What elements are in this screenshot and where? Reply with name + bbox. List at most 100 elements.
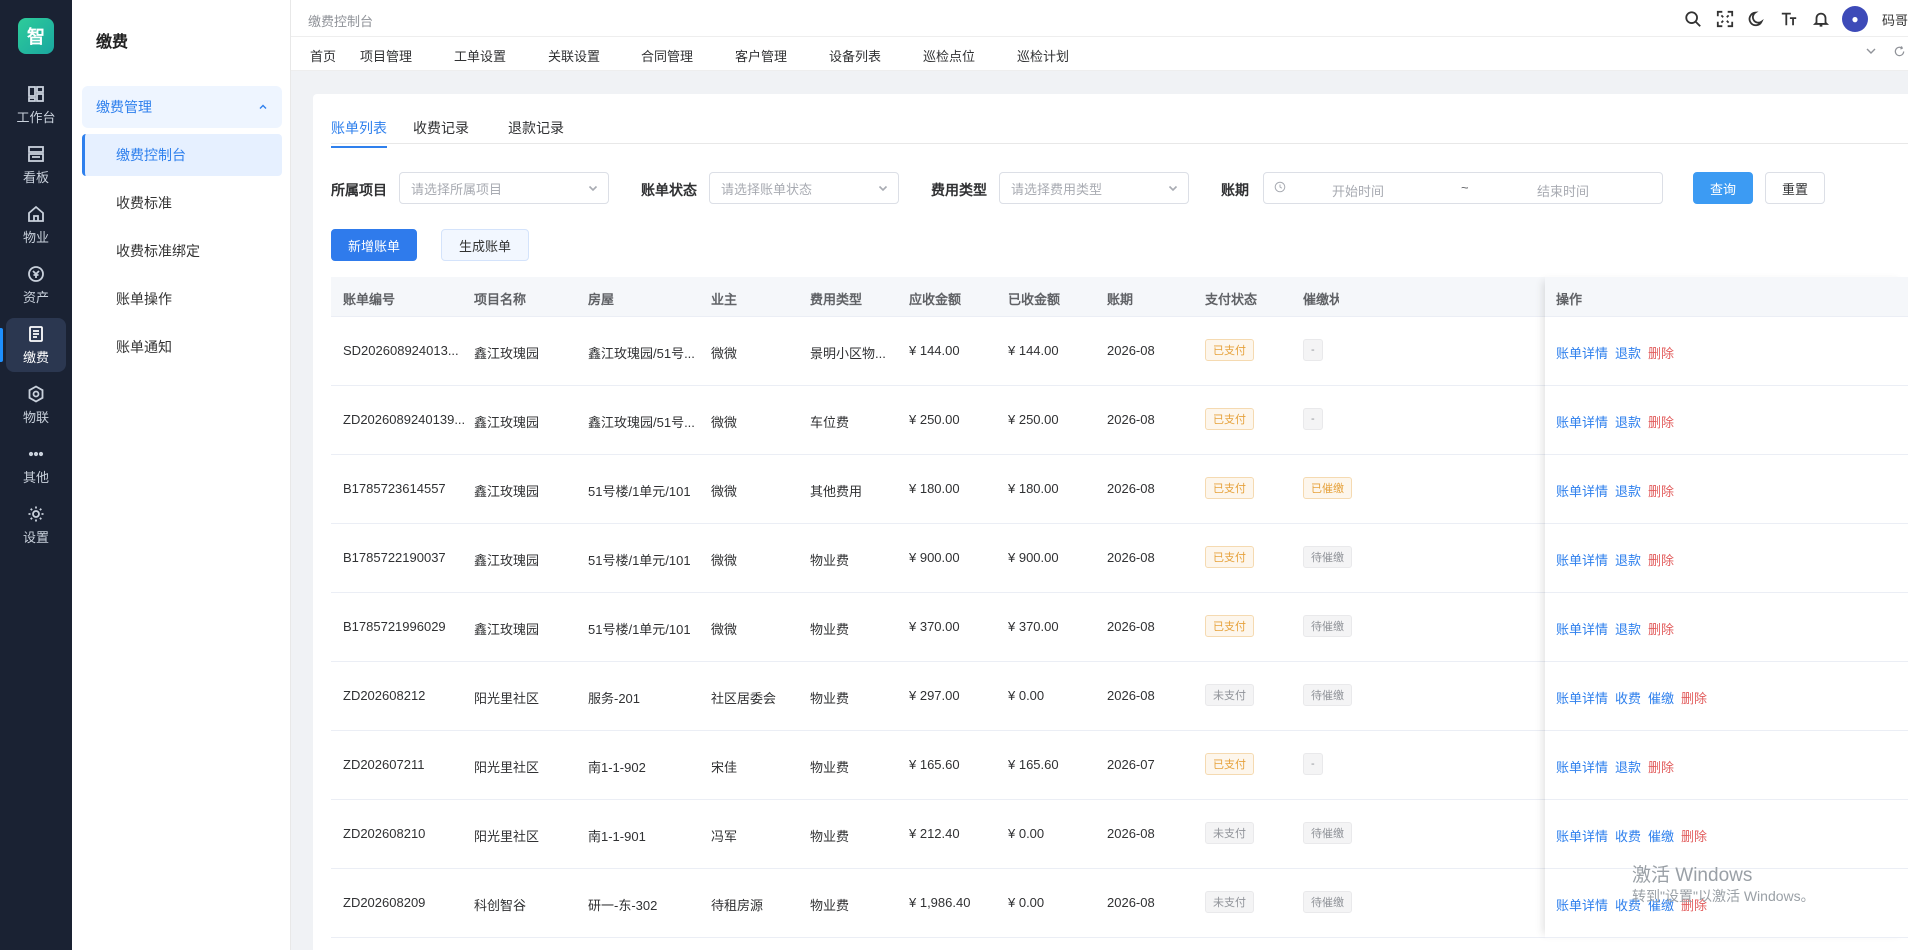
- ops-cell: 账单详情 退款 删除: [1545, 593, 1908, 662]
- nav-tab[interactable]: 设备列表: [829, 46, 881, 65]
- pay-status-badge: 已支付: [1205, 615, 1254, 637]
- nav-tab[interactable]: 客户管理: [735, 46, 787, 65]
- font-size-icon[interactable]: [1778, 8, 1800, 30]
- fee-type-select[interactable]: 请选择费用类型: [999, 172, 1189, 204]
- delete-link[interactable]: 删除: [1648, 412, 1674, 431]
- bill-detail-link[interactable]: 账单详情: [1556, 619, 1608, 638]
- rail-item-asset[interactable]: 资产: [6, 258, 66, 312]
- refund-link[interactable]: 退款: [1615, 412, 1641, 431]
- app-logo[interactable]: 智: [18, 18, 54, 54]
- fullscreen-icon[interactable]: [1714, 8, 1736, 30]
- rail-item-dashboard[interactable]: 工作台: [6, 78, 66, 132]
- rail-item-settings[interactable]: 设置: [6, 498, 66, 552]
- end-date-input[interactable]: 结束时间: [1537, 181, 1589, 200]
- bill-detail-link[interactable]: 账单详情: [1556, 481, 1608, 500]
- urge-link[interactable]: 催缴: [1648, 688, 1674, 707]
- bill-detail-link[interactable]: 账单详情: [1556, 688, 1608, 707]
- cell-paid: ¥ 0.00: [1008, 826, 1045, 841]
- cell-house: 鑫江玫瑰园/51号...: [588, 415, 695, 430]
- delete-link[interactable]: 删除: [1648, 757, 1674, 776]
- period-date-range[interactable]: 开始时间 ~ 结束时间: [1263, 172, 1663, 204]
- cell-house: 鑫江玫瑰园/51号...: [588, 346, 695, 361]
- start-date-input[interactable]: 开始时间: [1332, 181, 1384, 200]
- rail-item-label: 其他: [22, 469, 49, 485]
- column-header: 操作: [1556, 292, 1583, 307]
- bill-detail-link[interactable]: 账单详情: [1556, 550, 1608, 569]
- bill-detail-link[interactable]: 账单详情: [1556, 757, 1608, 776]
- nav-tab[interactable]: 项目管理: [360, 46, 412, 65]
- cell-project: 鑫江玫瑰园: [474, 622, 540, 637]
- submenu-item[interactable]: 账单操作: [82, 278, 282, 320]
- top-bar: 缴费控制台 ● 码哥: [291, 0, 1908, 37]
- delete-link[interactable]: 删除: [1648, 550, 1674, 569]
- charge-link[interactable]: 收费: [1615, 688, 1641, 707]
- cell-fee: 物业费: [810, 622, 850, 637]
- bill-detail-link[interactable]: 账单详情: [1556, 412, 1608, 431]
- search-icon[interactable]: [1682, 8, 1704, 30]
- rail-item-bill[interactable]: 缴费: [6, 318, 66, 372]
- refresh-icon[interactable]: [1893, 45, 1906, 61]
- reset-button[interactable]: 重置: [1765, 172, 1825, 204]
- avatar[interactable]: ●: [1841, 6, 1868, 32]
- sub-tabs: 账单列表 收费记录 退款记录: [331, 118, 1908, 148]
- rail-item-board[interactable]: 看板: [6, 138, 66, 192]
- submenu-item[interactable]: 账单通知: [82, 326, 282, 368]
- generate-bill-button[interactable]: 生成账单: [441, 229, 529, 261]
- refund-link[interactable]: 退款: [1615, 481, 1641, 500]
- status-select[interactable]: 请选择账单状态: [709, 172, 899, 204]
- ops-cell: 账单详情 退款 删除: [1545, 731, 1908, 800]
- refund-link[interactable]: 退款: [1615, 757, 1641, 776]
- cell-house: 51号楼/1单元/101: [588, 484, 691, 499]
- rail-item-label: 看板: [22, 169, 49, 185]
- cell-fee: 车位费: [810, 415, 850, 430]
- rail-item-label: 物业: [22, 229, 49, 245]
- query-button[interactable]: 查询: [1693, 172, 1753, 204]
- rail-item-more[interactable]: 其他: [6, 438, 66, 492]
- nav-tab[interactable]: 首页: [310, 46, 336, 65]
- nav-tab[interactable]: 合同管理: [641, 46, 693, 65]
- submenu-item[interactable]: 缴费控制台: [82, 134, 282, 176]
- cell-paid: ¥ 0.00: [1008, 895, 1045, 910]
- pay-status-badge: 已支付: [1205, 339, 1254, 361]
- delete-link[interactable]: 删除: [1648, 619, 1674, 638]
- cell-paid: ¥ 165.60: [1008, 757, 1059, 772]
- bill-detail-link[interactable]: 账单详情: [1556, 895, 1608, 914]
- urge-link[interactable]: 催缴: [1648, 826, 1674, 845]
- cell-paid: ¥ 0.00: [1008, 688, 1045, 703]
- rail-item-home[interactable]: 物业: [6, 198, 66, 252]
- nav-tab[interactable]: 巡检点位: [923, 46, 975, 65]
- nav-tab[interactable]: 关联设置: [548, 46, 600, 65]
- submenu-item[interactable]: 收费标准绑定: [82, 230, 282, 272]
- sub-tab[interactable]: 收费记录: [413, 118, 469, 148]
- submenu-item[interactable]: 收费标准: [82, 182, 282, 224]
- charge-link[interactable]: 收费: [1615, 826, 1641, 845]
- rail-item-label: 物联: [22, 409, 49, 425]
- delete-link[interactable]: 删除: [1681, 688, 1707, 707]
- submenu-group-billing[interactable]: 缴费管理: [82, 86, 282, 128]
- project-select[interactable]: 请选择所属项目: [399, 172, 609, 204]
- filter-fee-label: 费用类型: [931, 182, 987, 198]
- sub-tab[interactable]: 账单列表: [331, 118, 387, 148]
- refund-link[interactable]: 退款: [1615, 343, 1641, 362]
- rail-item-iot[interactable]: 物联: [6, 378, 66, 432]
- refund-link[interactable]: 退款: [1615, 550, 1641, 569]
- refund-link[interactable]: 退款: [1615, 619, 1641, 638]
- sub-tab[interactable]: 退款记录: [508, 118, 564, 148]
- nav-tab[interactable]: 工单设置: [454, 46, 506, 65]
- username[interactable]: 码哥: [1882, 10, 1908, 29]
- delete-link[interactable]: 删除: [1648, 343, 1674, 362]
- range-separator: ~: [1461, 180, 1469, 195]
- column-header: 账期: [1107, 292, 1134, 307]
- add-bill-button[interactable]: 新增账单: [331, 229, 417, 261]
- bill-icon: [27, 325, 45, 343]
- bell-icon[interactable]: [1810, 8, 1832, 30]
- filter-project-label: 所属项目: [331, 182, 387, 198]
- delete-link[interactable]: 删除: [1648, 481, 1674, 500]
- chevron-down-icon[interactable]: [1865, 45, 1877, 60]
- delete-link[interactable]: 删除: [1681, 826, 1707, 845]
- dark-mode-icon[interactable]: [1746, 8, 1768, 30]
- nav-tab[interactable]: 巡检计划: [1017, 46, 1069, 65]
- cell-fee: 物业费: [810, 691, 850, 706]
- bill-detail-link[interactable]: 账单详情: [1556, 826, 1608, 845]
- bill-detail-link[interactable]: 账单详情: [1556, 343, 1608, 362]
